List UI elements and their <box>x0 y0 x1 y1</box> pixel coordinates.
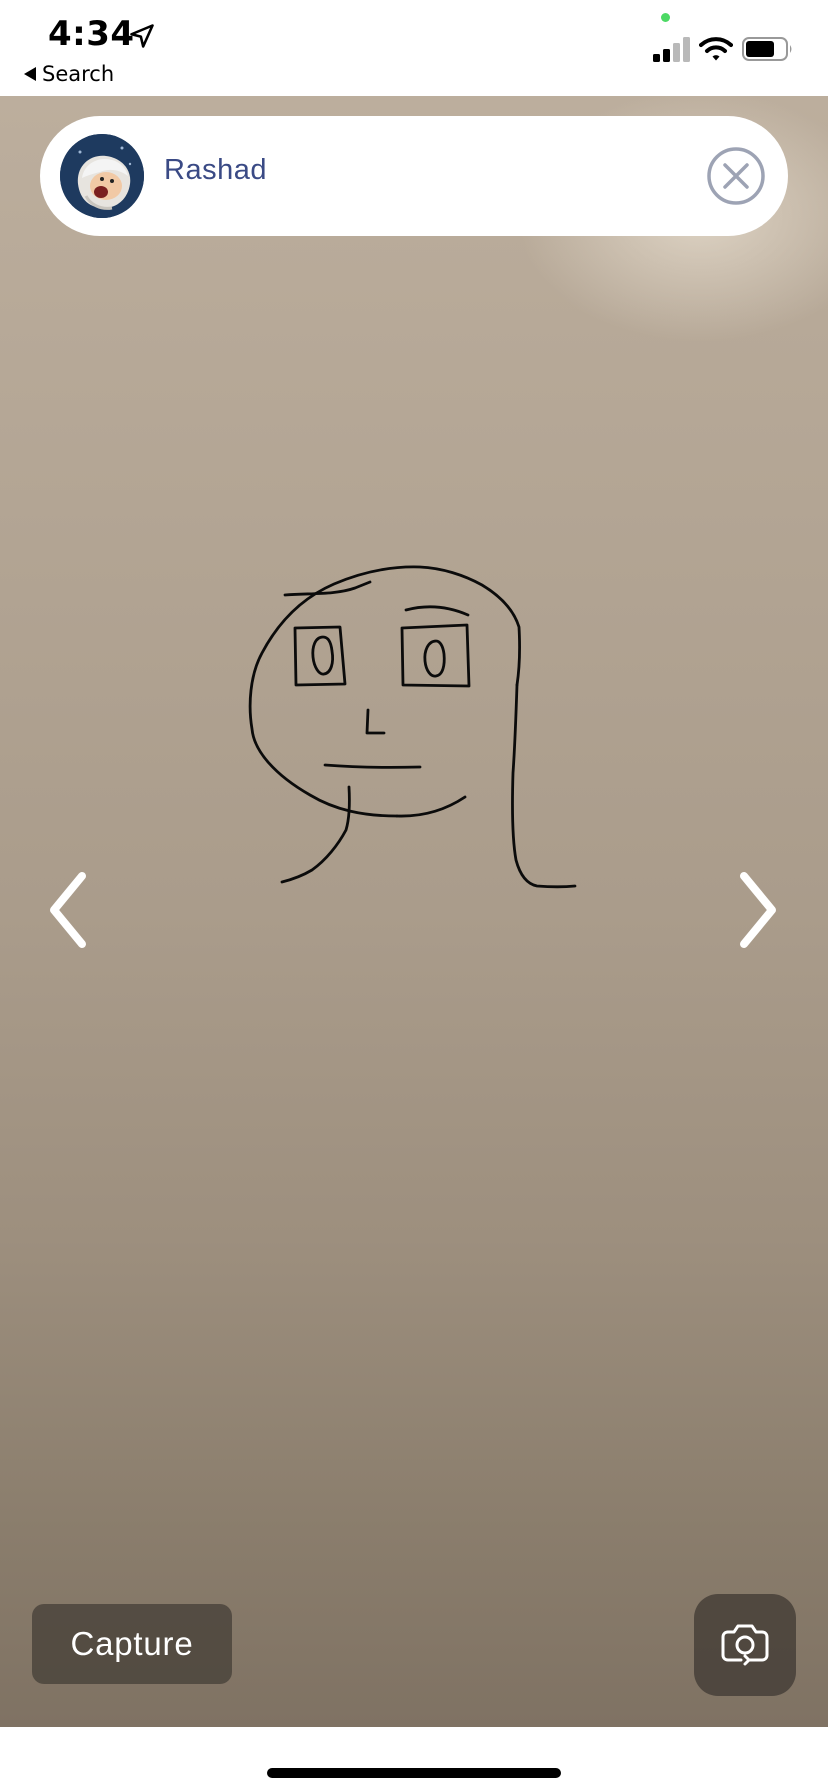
screen: 4:34 Search Rashad Capture <box>0 0 828 1792</box>
username-label: Rashad <box>164 154 267 186</box>
status-time: 4:34 <box>48 14 135 54</box>
home-indicator[interactable] <box>267 1768 561 1778</box>
wifi-icon <box>699 37 733 61</box>
capture-button[interactable]: Capture <box>32 1604 232 1684</box>
face-drawing-image <box>248 565 577 889</box>
close-icon[interactable] <box>706 146 766 206</box>
chevron-right-icon[interactable] <box>732 870 782 950</box>
back-to-search-link[interactable]: Search <box>24 62 114 86</box>
user-avatar[interactable] <box>60 134 144 218</box>
status-bar: 4:34 Search <box>0 0 828 96</box>
back-link-label: Search <box>42 62 115 86</box>
home-indicator-area <box>0 1727 828 1792</box>
user-header-pill: Rashad <box>40 116 788 236</box>
camera-in-use-indicator <box>661 13 670 22</box>
location-arrow-icon <box>130 24 154 48</box>
camera-flip-icon <box>721 1624 769 1666</box>
signal-icon <box>653 37 690 62</box>
cartoon-avatar-icon <box>60 134 144 218</box>
chevron-left-icon[interactable] <box>44 870 94 950</box>
flip-camera-button[interactable] <box>694 1594 796 1696</box>
back-triangle-icon <box>24 67 36 81</box>
battery-icon <box>742 37 792 61</box>
